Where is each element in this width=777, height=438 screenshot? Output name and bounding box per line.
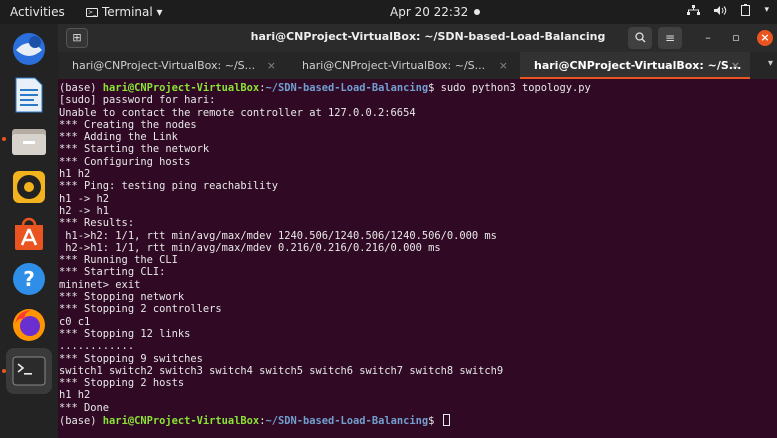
output-line: [sudo] password for hari: [59, 94, 216, 107]
clock-label: Apr 20 22:32 [390, 5, 469, 19]
output-line: *** Done [59, 401, 110, 414]
tab-1[interactable]: hari@CNProject-VirtualBox: ~/S... × [58, 52, 286, 79]
output-line: *** Stopping 9 switches [59, 352, 203, 365]
hamburger-icon: ≡ [664, 31, 676, 45]
window-header-bar: ⊞ hari@CNProject-VirtualBox: ~/SDN-based… [58, 24, 777, 52]
system-menu-chevron-icon: ▾ [764, 5, 769, 15]
output-line: *** Stopping 2 hosts [59, 377, 185, 390]
dock-writer[interactable] [6, 72, 52, 118]
tabs-overflow-chevron-icon[interactable]: ▾ [768, 58, 773, 69]
tab-2[interactable]: hari@CNProject-VirtualBox: ~/S... × [288, 52, 518, 79]
output-line: *** Ping: testing ping reachability [59, 180, 278, 193]
menu-button[interactable]: ≡ [658, 27, 682, 49]
minimize-button[interactable]: – [700, 30, 716, 46]
output-line: *** Adding the Link [59, 131, 178, 144]
writer-document-icon [15, 77, 43, 113]
system-tray[interactable]: ▾ [687, 4, 769, 16]
battery-icon [741, 4, 751, 16]
dock-firefox[interactable] [6, 302, 52, 348]
terminal-icon: >_ [86, 7, 98, 17]
dock-terminal[interactable] [6, 348, 52, 394]
output-line: h1 h2 [59, 389, 91, 402]
network-icon [687, 4, 701, 15]
output-line: *** Results: [59, 217, 135, 230]
text-cursor [442, 414, 450, 427]
output-line: *** Running the CLI [59, 254, 178, 267]
output-line: mininet> exit [59, 278, 141, 291]
command-text: sudo python3 topology.py [440, 82, 591, 94]
output-line: *** Creating the nodes [59, 118, 197, 131]
output-line: h1 -> h2 [59, 192, 110, 205]
dock-rhythmbox[interactable] [6, 164, 52, 210]
dock-thunderbird[interactable] [6, 26, 52, 72]
output-line: h1->h2: 1/1, rtt min/avg/max/mdev 1240.5… [59, 229, 497, 242]
output-line: c0 c1 [59, 315, 91, 328]
window-title: hari@CNProject-VirtualBox: ~/SDN-based-L… [250, 30, 606, 43]
dock: ? [0, 24, 58, 438]
firefox-icon [13, 309, 45, 341]
output-line: *** Starting the network [59, 143, 210, 156]
command-line: (base) hari@CNProject-VirtualBox:~/SDN-b… [59, 82, 591, 94]
dock-software[interactable] [6, 210, 52, 256]
activities-button[interactable]: Activities [10, 5, 65, 19]
output-line: *** Stopping network [59, 291, 185, 304]
output-line: *** Configuring hosts [59, 155, 191, 168]
terminal-icon [12, 356, 46, 386]
tab-label: hari@CNProject-VirtualBox: ~/S... [534, 59, 742, 72]
new-tab-button[interactable]: ⊞ [66, 28, 88, 48]
output-line: Unable to contact the remote controller … [59, 106, 416, 119]
output-line: *** Starting CLI: [59, 266, 166, 279]
output-line: *** Stopping 2 controllers [59, 303, 222, 316]
ubuntu-software-icon [15, 217, 43, 250]
tab-label: hari@CNProject-VirtualBox: ~/S... [302, 59, 486, 72]
tab-close-icon[interactable]: × [267, 52, 276, 79]
help-icon: ? [13, 263, 45, 295]
terminal-window: ⊞ hari@CNProject-VirtualBox: ~/SDN-based… [58, 24, 777, 438]
tab-label: hari@CNProject-VirtualBox: ~/S... [72, 59, 256, 72]
rhythmbox-speaker-icon [13, 171, 45, 203]
close-icon: × [760, 31, 770, 44]
output-line: ............ [59, 340, 135, 353]
output-line: h2 -> h1 [59, 204, 110, 217]
tab-bar: hari@CNProject-VirtualBox: ~/S... × hari… [58, 52, 777, 79]
dock-files[interactable] [6, 118, 52, 164]
search-button[interactable] [628, 27, 652, 49]
tab-close-icon[interactable]: × [731, 52, 740, 79]
output-line: *** Stopping 12 links [59, 327, 191, 340]
notification-dot-icon [474, 9, 481, 15]
output-line: h2->h1: 1/1, rtt min/avg/max/mdev 0.216/… [59, 241, 441, 254]
search-icon [634, 32, 645, 43]
dock-help[interactable]: ? [6, 256, 52, 302]
clock[interactable]: Apr 20 22:32 [390, 5, 481, 19]
terminal-output[interactable]: (base) hari@CNProject-VirtualBox:~/SDN-b… [58, 79, 777, 438]
top-bar: Activities >_ Terminal ▾ Apr 20 22:32 ▾ [0, 0, 777, 24]
output-lines: [sudo] password for hari: Unable to conta… [58, 94, 777, 414]
volume-icon [714, 5, 727, 15]
thunderbird-icon [13, 33, 45, 65]
svg-text:?: ? [23, 267, 35, 291]
output-line: h1 h2 [59, 168, 91, 181]
app-menu[interactable]: >_ Terminal ▾ [86, 5, 163, 19]
tab-3[interactable]: hari@CNProject-VirtualBox: ~/S... × [520, 52, 750, 79]
current-prompt-line: (base) hari@CNProject-VirtualBox:~/SDN-b… [58, 414, 777, 427]
close-button[interactable]: × [757, 30, 773, 46]
maximize-button[interactable]: ▫ [728, 30, 744, 46]
output-line: switch1 switch2 switch3 switch4 switch5 … [59, 364, 504, 377]
files-icon [12, 129, 46, 155]
tab-close-icon[interactable]: × [499, 52, 508, 79]
app-menu-label: Terminal ▾ [102, 5, 163, 19]
